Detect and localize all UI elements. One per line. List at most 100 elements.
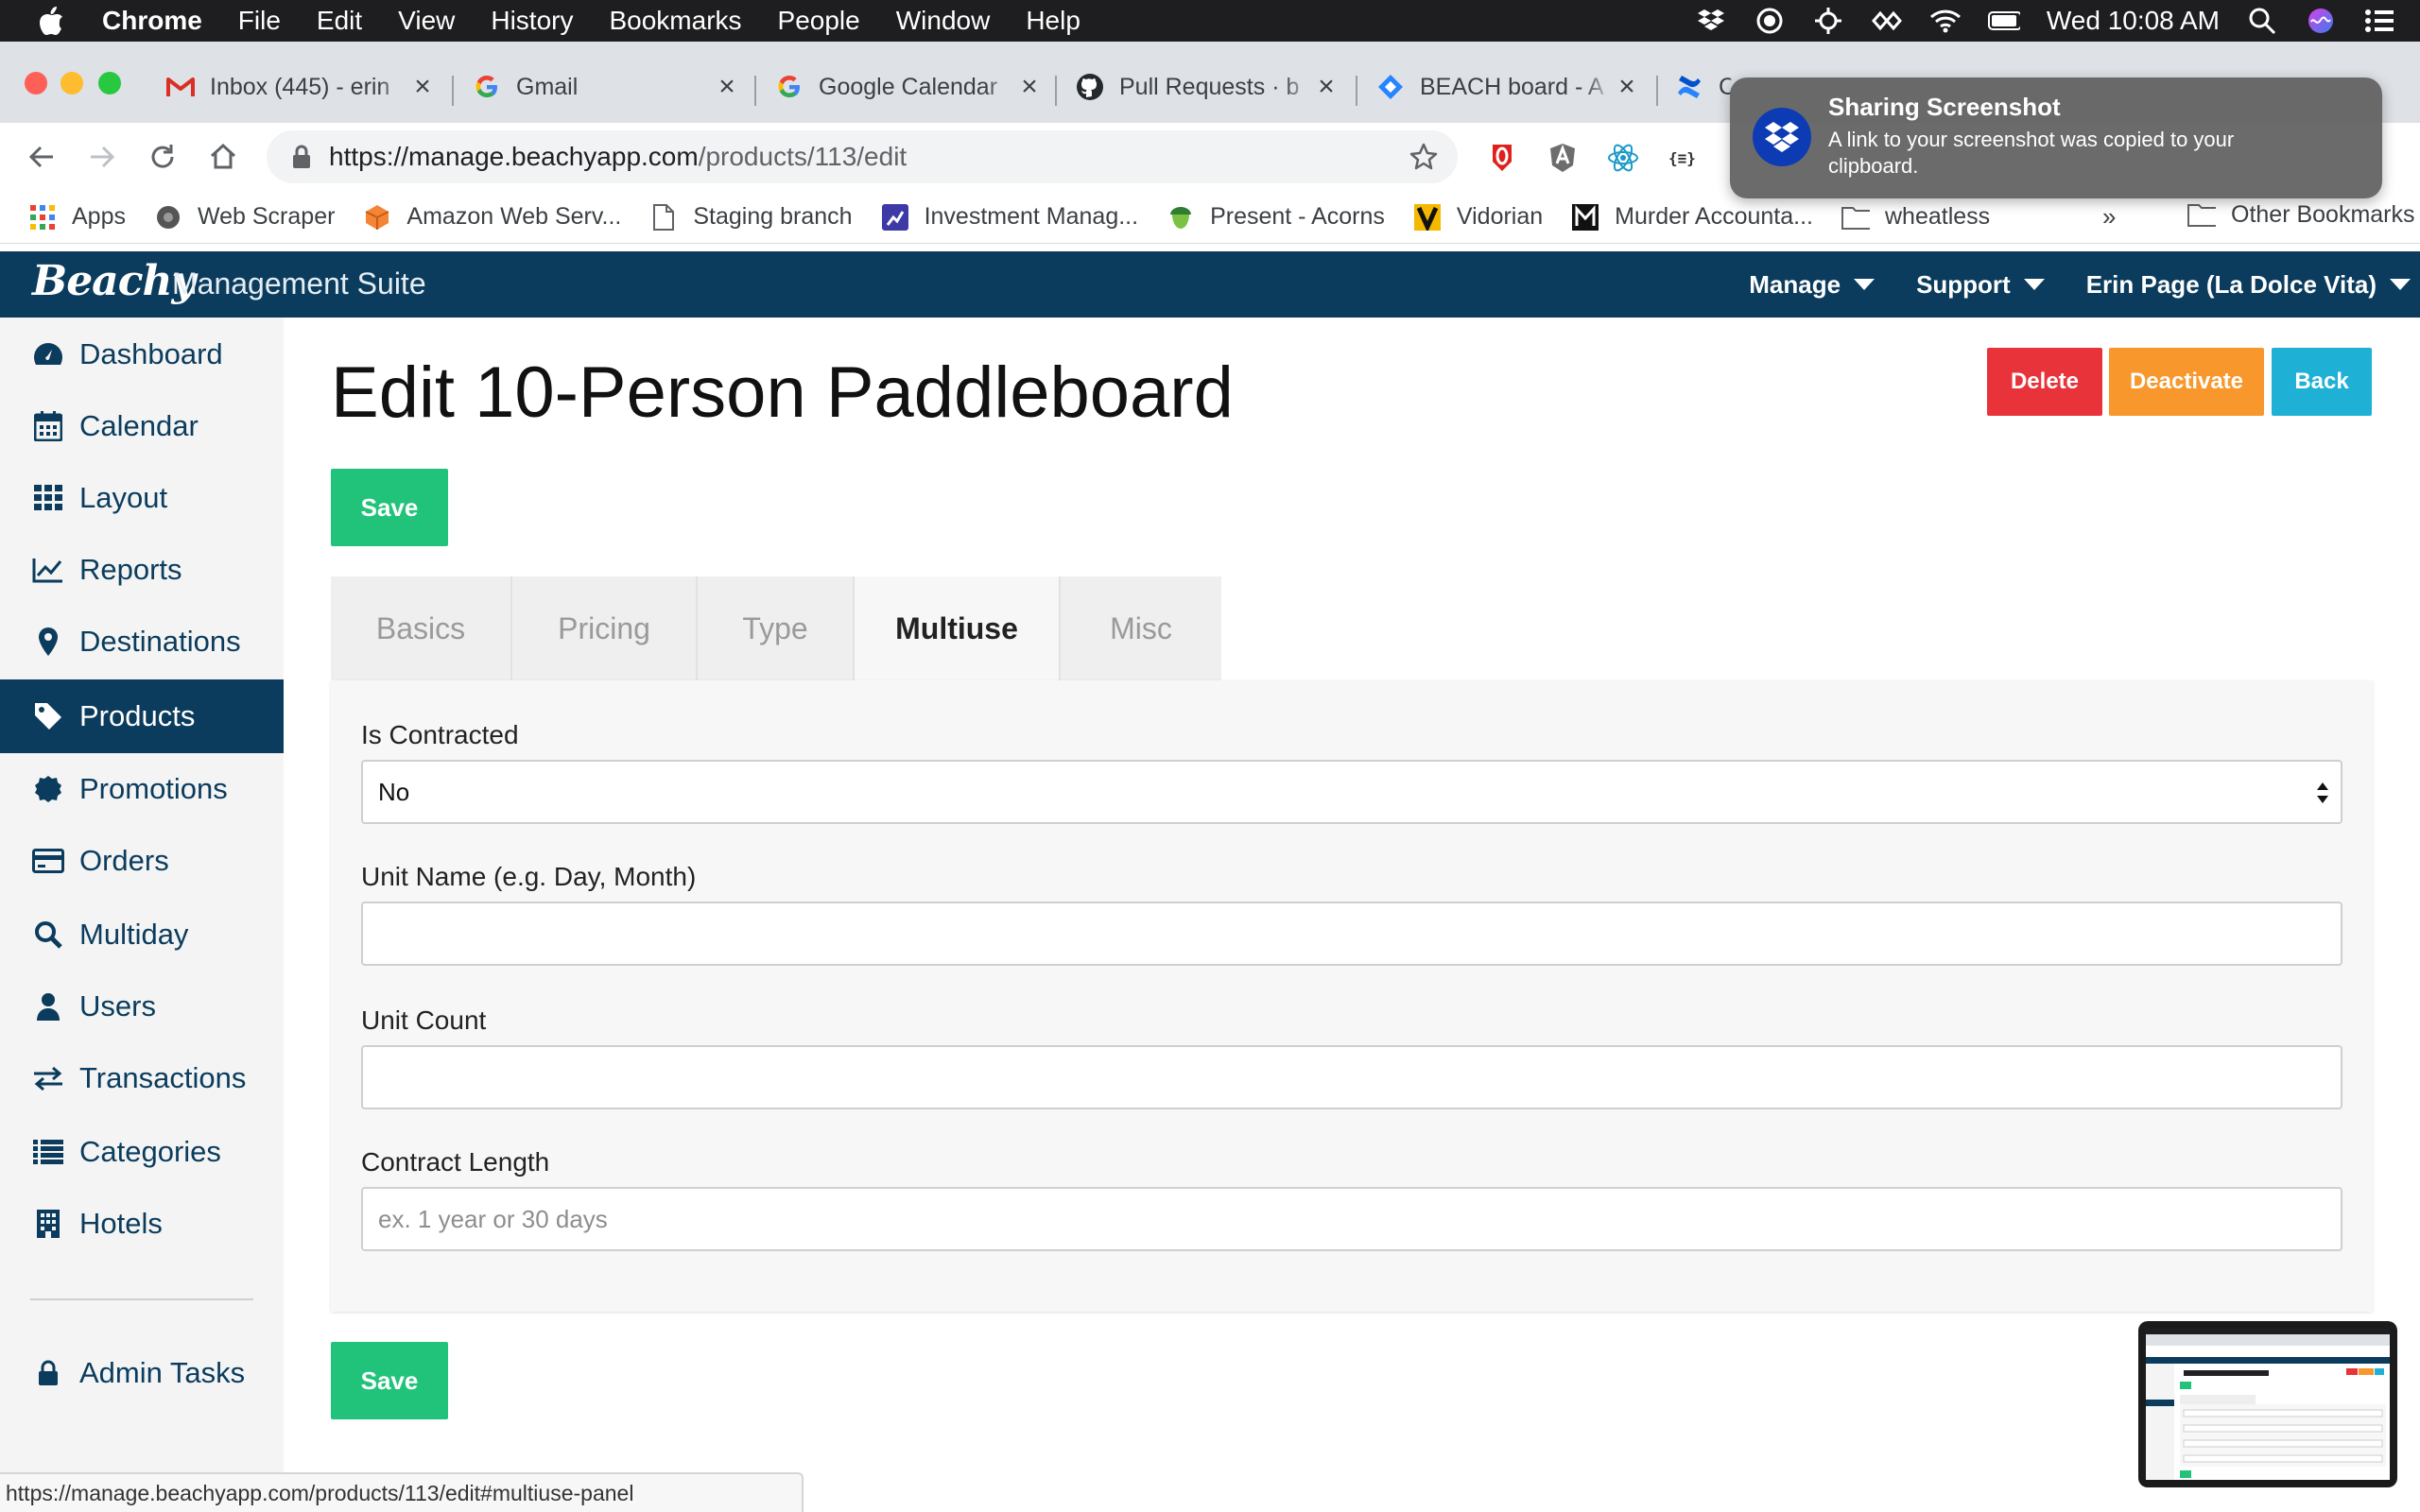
screenshot-thumbnail[interactable]	[2138, 1321, 2397, 1487]
manage-dropdown[interactable]: Manage	[1749, 270, 1876, 300]
browser-tab-pull-requests[interactable]: Pull Requests · b ×	[1076, 64, 1340, 110]
window-minimize-button[interactable]	[60, 72, 83, 94]
reload-icon[interactable]	[142, 136, 183, 178]
menu-people[interactable]: People	[778, 6, 860, 36]
tab-separator	[1656, 76, 1658, 106]
beachy-logo[interactable]: Beachy	[32, 257, 196, 305]
tab-title: Google Calendar	[819, 73, 998, 100]
forward-arrow-icon[interactable]	[81, 136, 123, 178]
tab-pricing[interactable]: Pricing	[512, 576, 698, 680]
sidebar-item-multiday[interactable]: Multiday	[0, 898, 284, 971]
sidebar-item-dashboard[interactable]: Dashboard	[0, 318, 284, 391]
wifi-icon[interactable]	[1929, 7, 1962, 35]
tab-type[interactable]: Type	[698, 576, 855, 680]
close-icon[interactable]: ×	[1312, 71, 1340, 103]
close-icon[interactable]: ×	[408, 71, 437, 103]
window-zoom-button[interactable]	[98, 72, 121, 94]
sidebar-item-reports[interactable]: Reports	[0, 533, 284, 607]
save-button-top[interactable]: Save	[331, 469, 448, 546]
tab-multiuse[interactable]: Multiuse	[855, 576, 1061, 680]
move-tray-icon[interactable]	[1812, 7, 1844, 35]
user-icon	[32, 990, 64, 1022]
menu-bookmarks[interactable]: Bookmarks	[609, 6, 741, 36]
search-icon	[32, 919, 64, 951]
tab-basics[interactable]: Basics	[331, 576, 512, 680]
sidebar-item-calendar[interactable]: Calendar	[0, 389, 284, 463]
spotlight-search-icon[interactable]	[2246, 7, 2278, 35]
json-extension-icon[interactable]: {≡}	[1668, 142, 1700, 174]
bookmark-acorns[interactable]: Present - Acorns	[1167, 203, 1385, 232]
react-extension-icon[interactable]	[1607, 142, 1639, 174]
dropbox-notification[interactable]: Sharing Screenshot A link to your screen…	[1730, 77, 2382, 198]
user-account-dropdown[interactable]: Erin Page (La Dolce Vita)	[2086, 270, 2411, 300]
window-close-button[interactable]	[25, 72, 47, 94]
list-icon	[32, 1136, 64, 1168]
home-icon[interactable]	[202, 136, 244, 178]
sidebar-item-transactions[interactable]: Transactions	[0, 1041, 284, 1115]
aws-cube-icon	[363, 203, 391, 232]
battery-icon[interactable]	[1987, 7, 2020, 35]
menu-app-chrome[interactable]: Chrome	[102, 6, 202, 36]
lock-icon[interactable]	[291, 145, 314, 169]
bookmarks-overflow-chevron-icon[interactable]: »	[2102, 202, 2116, 232]
sidebar-item-products[interactable]: Products	[0, 679, 284, 753]
bookmark-wheatless[interactable]: wheatless	[1841, 203, 1990, 232]
save-button-bottom[interactable]: Save	[331, 1342, 448, 1419]
is-contracted-select[interactable]: No	[361, 760, 2342, 824]
opera-extension-icon[interactable]	[1486, 142, 1518, 174]
bookmark-apps[interactable]: Apps	[28, 203, 126, 232]
bookmark-aws[interactable]: Amazon Web Serv...	[363, 203, 621, 232]
sidebar-item-destinations[interactable]: Destinations	[0, 605, 284, 679]
bookmark-investment[interactable]: Investment Manag...	[881, 203, 1138, 232]
angular-extension-icon[interactable]	[1547, 142, 1579, 174]
sidebar-item-layout[interactable]: Layout	[0, 461, 284, 535]
tab-misc[interactable]: Misc	[1061, 576, 1221, 680]
close-icon[interactable]: ×	[1613, 71, 1641, 103]
support-dropdown[interactable]: Support	[1916, 270, 2045, 300]
unit-name-input[interactable]	[361, 902, 2342, 966]
bookmark-staging-branch[interactable]: Staging branch	[649, 203, 853, 232]
svg-text:{≡}: {≡}	[1668, 149, 1696, 167]
bookmark-murder-accountability[interactable]: Murder Accounta...	[1571, 203, 1813, 232]
sidebar-item-users[interactable]: Users	[0, 970, 284, 1043]
sidebar-item-categories[interactable]: Categories	[0, 1115, 284, 1189]
bookmark-other-bookmarks[interactable]: Other Bookmarks	[2187, 200, 2415, 229]
contract-length-input[interactable]: ex. 1 year or 30 days	[361, 1187, 2342, 1251]
back-button[interactable]: Back	[2272, 348, 2372, 416]
menu-edit[interactable]: Edit	[317, 6, 362, 36]
bookmark-vidorian[interactable]: Vidorian	[1413, 203, 1543, 232]
close-icon[interactable]: ×	[713, 71, 741, 103]
bookmark-star-icon[interactable]	[1409, 142, 1439, 172]
bookmark-web-scraper[interactable]: Web Scraper	[154, 203, 335, 232]
menu-view[interactable]: View	[398, 6, 455, 36]
dropbox-tray-icon[interactable]	[1695, 7, 1727, 35]
notification-center-icon[interactable]	[2363, 7, 2395, 35]
apple-menu-icon[interactable]	[38, 6, 66, 36]
menu-help[interactable]: Help	[1026, 6, 1080, 36]
menu-window[interactable]: Window	[896, 6, 991, 36]
close-icon[interactable]: ×	[1015, 71, 1044, 103]
delete-button[interactable]: Delete	[1987, 348, 2102, 416]
browser-tab-gmail[interactable]: Gmail ×	[473, 64, 741, 110]
url-text: https://manage.beachyapp.com/products/11…	[329, 142, 907, 172]
menu-file[interactable]: File	[238, 6, 281, 36]
sidebar-item-orders[interactable]: Orders	[0, 824, 284, 898]
sidebar-item-promotions[interactable]: Promotions	[0, 752, 284, 826]
sidebar-item-admin-tasks[interactable]: Admin Tasks	[0, 1336, 284, 1410]
siri-icon[interactable]	[2305, 7, 2337, 35]
address-bar[interactable]: https://manage.beachyapp.com/products/11…	[267, 130, 1458, 183]
menubar-clock[interactable]: Wed 10:08 AM	[2047, 6, 2220, 36]
bookmark-label: Other Bookmarks	[2231, 200, 2415, 228]
deactivate-button[interactable]: Deactivate	[2109, 348, 2264, 416]
link-tray-icon[interactable]	[1871, 7, 1903, 35]
browser-tab-beach-board[interactable]: BEACH board - A ×	[1376, 64, 1641, 110]
browser-tab-confluence[interactable]: C	[1675, 64, 1732, 110]
browser-tab-calendar[interactable]: Google Calendar ×	[775, 64, 1044, 110]
unit-count-input[interactable]	[361, 1045, 2342, 1109]
back-arrow-icon[interactable]	[21, 136, 62, 178]
screenshot-preview-image	[2146, 1329, 2390, 1480]
browser-tab-inbox[interactable]: Inbox (445) - erin ×	[166, 64, 437, 110]
menu-history[interactable]: History	[491, 6, 573, 36]
sidebar-item-hotels[interactable]: Hotels	[0, 1187, 284, 1261]
record-tray-icon[interactable]	[1754, 7, 1786, 35]
